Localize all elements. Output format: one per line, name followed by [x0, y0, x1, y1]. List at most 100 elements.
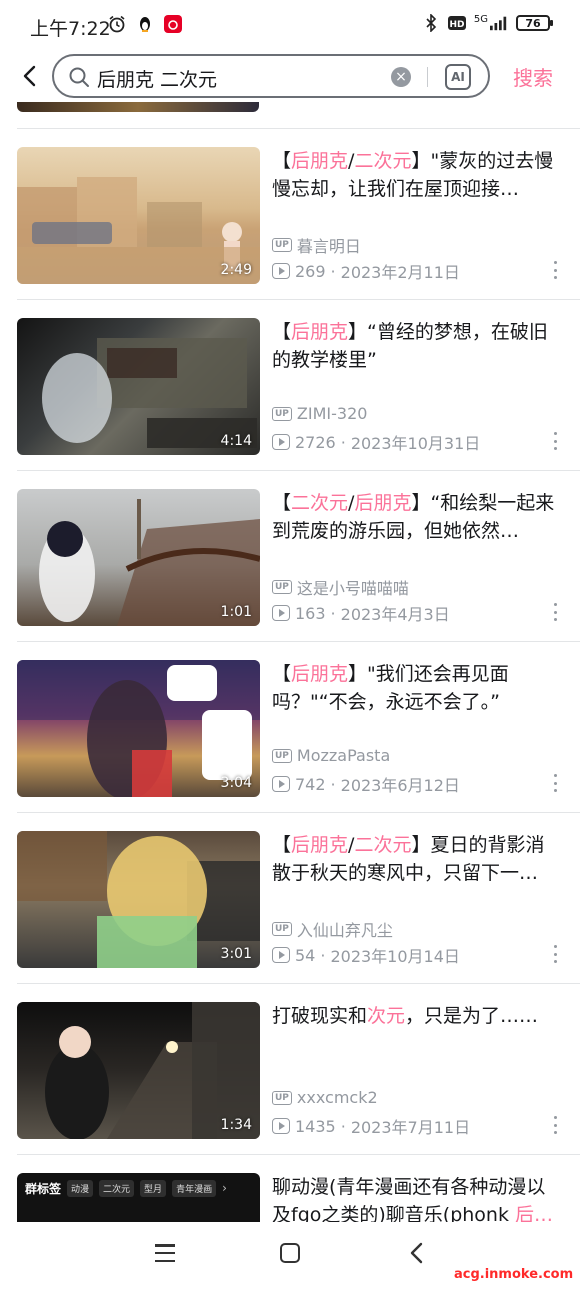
- video-card[interactable]: 1:01 【二次元/后朋克】“和绘梨一起来到荒废的游乐园，但她依然… UP 这是…: [0, 471, 580, 642]
- upload-date: 2023年10月14日: [330, 947, 460, 966]
- up-badge-icon: UP: [272, 238, 292, 252]
- video-title[interactable]: 【后朋克/二次元】"蒙灰的过去慢慢忘却，让我们在屋顶迎接…: [272, 147, 560, 203]
- meta-row: 742 · 2023年6月12日: [272, 772, 460, 796]
- uploader-row[interactable]: UP 暮言明日: [272, 233, 361, 257]
- chevron-right-icon: ›: [222, 1181, 227, 1195]
- video-thumbnail[interactable]: 3:01: [17, 831, 260, 968]
- status-bar: 上午7:22 HD 5G 76: [0, 0, 580, 52]
- video-thumbnail[interactable]: 1:34: [17, 1002, 260, 1139]
- video-card[interactable]: 1:34 打破现实和次元，只是为了…… UP xxxcmck2 1435 · 2…: [0, 984, 580, 1155]
- bluetooth-icon: [422, 14, 440, 32]
- meta-row: 1435 · 2023年7月11日: [272, 1114, 470, 1138]
- upload-date: 2023年10月31日: [350, 434, 481, 453]
- status-notification-icons: [108, 15, 182, 33]
- view-count: 54: [295, 945, 316, 965]
- title-part: 【: [272, 663, 292, 685]
- signal-icon: [490, 14, 508, 32]
- video-card[interactable]: 3:01 【后朋克/二次元】夏日的背影消散于秋天的寒风中，只留下一… UP 入仙…: [0, 813, 580, 984]
- alarm-clock-icon: [108, 15, 126, 33]
- uploader-name: 暮言明日: [296, 237, 361, 256]
- meta-dot: ·: [330, 603, 336, 623]
- uploader-row[interactable]: UP 入仙山弃凡尘: [272, 917, 393, 941]
- more-options-icon[interactable]: [554, 774, 558, 792]
- title-highlight: 二次元: [291, 492, 349, 514]
- upload-date: 2023年6月12日: [340, 776, 460, 795]
- uploader-row[interactable]: UP 这是小号喵喵喵: [272, 575, 409, 599]
- play-count-icon: [272, 947, 290, 963]
- upload-date: 2023年7月11日: [350, 1118, 471, 1137]
- video-title[interactable]: 打破现实和次元，只是为了……: [272, 1002, 560, 1030]
- tag-chip: 二次元: [99, 1179, 135, 1197]
- home-square-icon[interactable]: [280, 1243, 300, 1263]
- meta-dot: ·: [340, 432, 346, 452]
- play-count-icon: [272, 434, 290, 450]
- search-input[interactable]: 后朋克 二次元: [97, 65, 217, 92]
- view-count: 2726: [295, 432, 336, 452]
- meta-dot: ·: [330, 261, 336, 281]
- video-card[interactable]: 群标签 动漫 二次元 型月 青年漫画 › 聊动漫(青年漫画还有各种动漫以及fgo…: [0, 1155, 580, 1222]
- video-title[interactable]: 【后朋克】"我们还会再见面吗？"“不会，永远不会了。”: [272, 660, 560, 716]
- svg-text:HD: HD: [449, 20, 464, 30]
- uploader-row[interactable]: UP MozzaPasta: [272, 746, 390, 765]
- clear-icon[interactable]: ×: [391, 67, 411, 87]
- title-highlight: 次元: [367, 1005, 406, 1027]
- more-options-icon[interactable]: [554, 945, 558, 963]
- more-options-icon[interactable]: [554, 261, 558, 279]
- search-box[interactable]: 后朋克 二次元 × AI: [52, 54, 490, 98]
- tag-strip-title: 群标签: [25, 1181, 62, 1196]
- title-highlight: 后朋克: [354, 492, 412, 514]
- recent-apps-menu-icon[interactable]: [155, 1244, 175, 1262]
- previous-thumbnail-edge: [17, 102, 259, 112]
- more-options-icon[interactable]: [554, 603, 558, 621]
- play-count-icon: [272, 776, 290, 792]
- view-count: 742: [295, 774, 326, 794]
- title-part: 聊动漫(青年漫画还有各种动漫以及fgo之类的)聊音乐(phonk: [272, 1176, 546, 1222]
- tag-chip: 型月: [140, 1179, 167, 1197]
- video-thumbnail[interactable]: 3:04: [17, 660, 260, 797]
- title-part: 【: [272, 492, 292, 514]
- video-title[interactable]: 【后朋克/二次元】夏日的背影消散于秋天的寒风中，只留下一…: [272, 831, 560, 887]
- uploader-name: xxxcmck2: [296, 1088, 378, 1107]
- video-card[interactable]: 2:49 【后朋克/二次元】"蒙灰的过去慢慢忘却，让我们在屋顶迎接… UP 暮言…: [0, 129, 580, 300]
- search-icon: [68, 66, 90, 88]
- title-highlight: 后朋克: [291, 150, 349, 172]
- more-options-icon[interactable]: [554, 1116, 558, 1134]
- penguin-app-icon: [136, 15, 154, 33]
- ai-search-icon[interactable]: AI: [445, 64, 471, 90]
- uploader-row[interactable]: UP ZIMI-320: [272, 404, 367, 423]
- thumbnail-tag-strip: 群标签 动漫 二次元 型月 青年漫画 ›: [17, 1173, 260, 1203]
- upload-date: 2023年4月3日: [340, 605, 450, 624]
- meta-row: 2726 · 2023年10月31日: [272, 430, 480, 454]
- video-duration: 2:49: [220, 262, 252, 278]
- uploader-name: 入仙山弃凡尘: [296, 921, 393, 940]
- video-thumbnail[interactable]: 2:49: [17, 147, 260, 284]
- video-thumbnail[interactable]: 1:01: [17, 489, 260, 626]
- upload-date: 2023年2月11日: [340, 263, 460, 282]
- video-thumbnail[interactable]: 群标签 动漫 二次元 型月 青年漫画 ›: [17, 1173, 260, 1222]
- up-badge-icon: UP: [272, 1090, 292, 1105]
- video-title[interactable]: 【后朋克】“曾经的梦想，在破旧的教学楼里”: [272, 318, 560, 374]
- video-title[interactable]: 【二次元/后朋克】“和绘梨一起来到荒废的游乐园，但她依然…: [272, 489, 560, 545]
- title-highlight: 后…: [515, 1204, 554, 1222]
- system-navigation-bar: acg.inmoke.com: [0, 1222, 580, 1289]
- back-button[interactable]: [16, 62, 44, 90]
- view-count: 163: [295, 603, 326, 623]
- play-count-icon: [272, 263, 290, 279]
- video-card[interactable]: 4:14 【后朋克】“曾经的梦想，在破旧的教学楼里” UP ZIMI-320 2…: [0, 300, 580, 471]
- search-header: 后朋克 二次元 × AI 搜索: [0, 52, 580, 102]
- video-duration: 1:34: [220, 1117, 252, 1133]
- chevron-left-icon: [23, 65, 36, 87]
- video-thumbnail[interactable]: 4:14: [17, 318, 260, 455]
- meta-dot: ·: [330, 774, 336, 794]
- video-card[interactable]: 3:04 【后朋克】"我们还会再见面吗？"“不会，永远不会了。” UP Mozz…: [0, 642, 580, 813]
- video-duration: 1:01: [220, 604, 252, 620]
- search-button[interactable]: 搜索: [513, 62, 553, 91]
- video-duration: 3:04: [220, 775, 252, 791]
- tag-chip: 动漫: [67, 1179, 94, 1197]
- nav-back-icon[interactable]: [407, 1242, 427, 1264]
- uploader-row[interactable]: UP xxxcmck2: [272, 1088, 378, 1107]
- more-options-icon[interactable]: [554, 432, 558, 450]
- title-part: 打破现实和: [272, 1005, 368, 1027]
- title-part: 【: [272, 834, 292, 856]
- video-title[interactable]: 聊动漫(青年漫画还有各种动漫以及fgo之类的)聊音乐(phonk 后…: [272, 1173, 560, 1222]
